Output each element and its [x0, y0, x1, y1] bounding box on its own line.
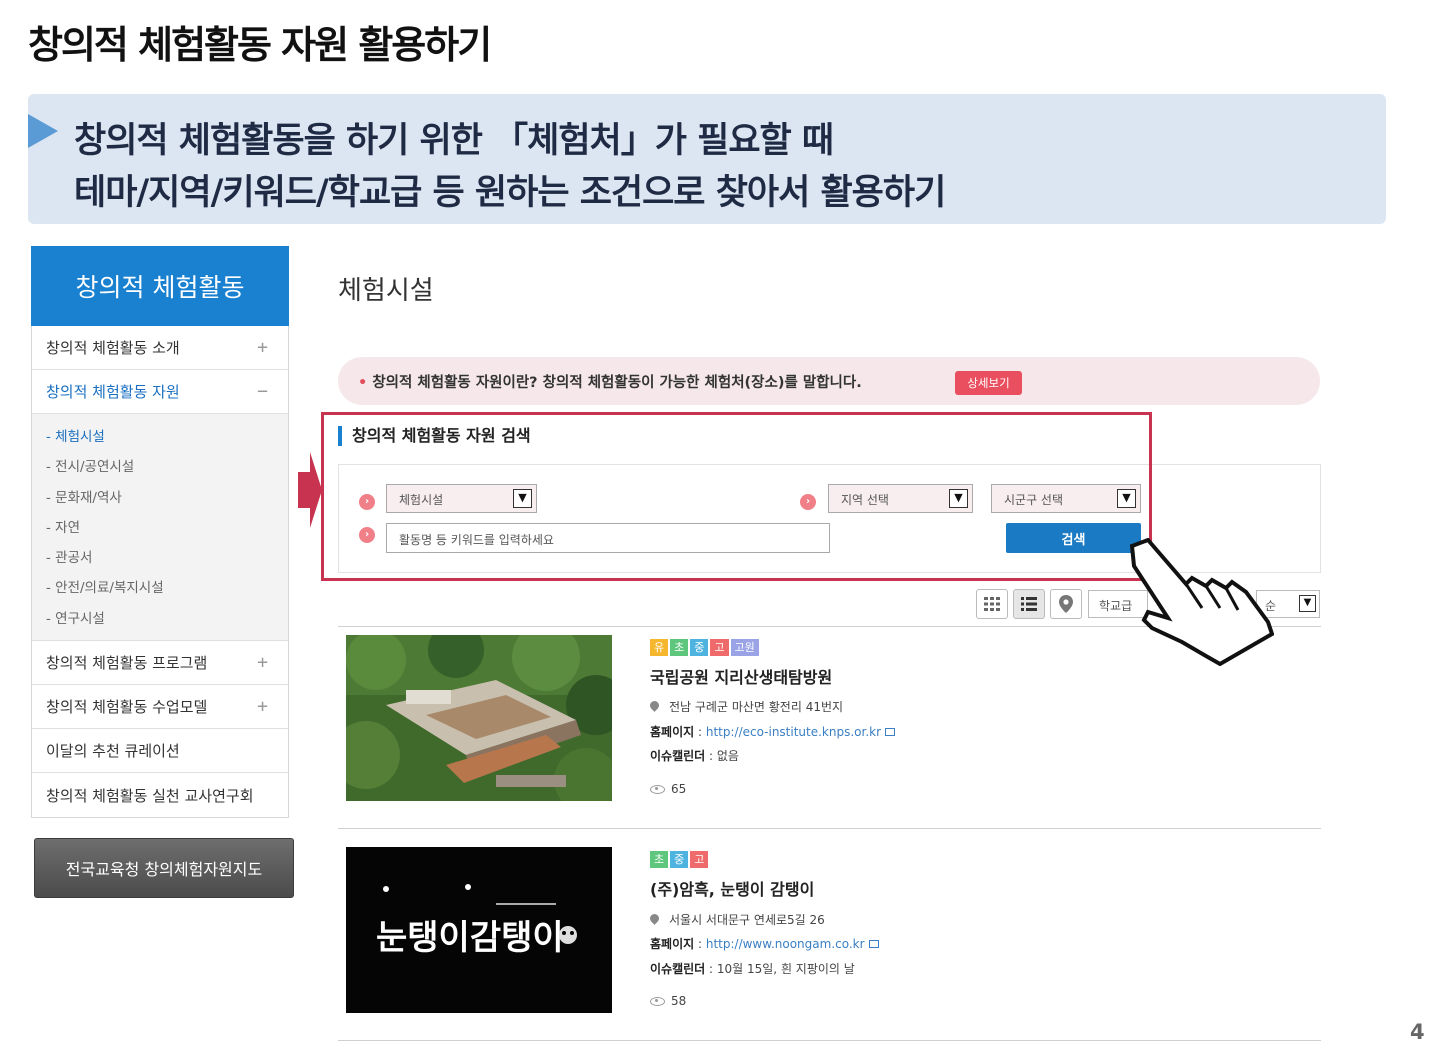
listing-title[interactable]: (주)암흑, 눈탱이 감탱이 [650, 876, 814, 900]
sidebar-item-resources[interactable]: 창의적 체험활동 자원 − [32, 370, 288, 414]
triangle-arrow-icon [28, 114, 58, 148]
eco-center-photo [346, 635, 612, 801]
sidebar-item-curation[interactable]: 이달의 추천 큐레이션 [32, 729, 288, 774]
submenu-item-government[interactable]: - 관공서 [46, 543, 288, 573]
sidebar-submenu: - 체험시설 - 전시/공연시설 - 문화재/역사 - 자연 - 관공서 - 안… [32, 414, 288, 642]
calendar-label: 이슈캘린더 [650, 749, 706, 763]
list-icon [1021, 597, 1037, 611]
homepage-link[interactable]: http://www.noongam.co.kr [706, 937, 865, 951]
homepage-link[interactable]: http://eco-institute.knps.or.kr [706, 725, 881, 739]
sidebar-item-lesson-model[interactable]: 창의적 체험활동 수업모델 + [32, 685, 288, 730]
listing-thumbnail[interactable] [346, 635, 612, 801]
listing-address: 전남 구례군 마산면 황전리 41번지 [648, 698, 844, 715]
resource-map-button[interactable]: 전국교육청 창의체험자원지도 [34, 838, 294, 898]
view-count: 58 [671, 994, 687, 1008]
calendar-value: 없음 [716, 749, 739, 763]
badge-high: 고 [690, 851, 709, 868]
address-text: 서울시 서대문구 연세로5길 26 [669, 913, 825, 927]
sidebar-header: 창의적 체험활동 [31, 246, 289, 326]
listing-views: 58 [650, 994, 686, 1008]
logo-text: 눈탱이감탱이 [376, 918, 564, 958]
listing-title[interactable]: 국립공원 지리산생태탐방원 [650, 664, 832, 688]
submenu-item-research[interactable]: - 연구시설 [46, 604, 288, 634]
sidebar: 창의적 체험활동 창의적 체험활동 소개 + 창의적 체험활동 자원 − - 체… [31, 246, 289, 819]
divider [338, 1040, 1321, 1041]
details-button[interactable]: 상세보기 [955, 371, 1022, 395]
location-pin-icon [1059, 595, 1073, 613]
sidebar-menu: 창의적 체험활동 소개 + 창의적 체험활동 자원 − - 체험시설 - 전시/… [31, 326, 289, 819]
address-text: 전남 구례군 마산면 황전리 41번지 [669, 700, 844, 714]
school-level-badges: 초 중 고 [650, 851, 709, 868]
homepage-label: 홈페이지 [650, 937, 695, 951]
badge-elementary: 초 [650, 851, 669, 868]
notice-text: • 창의적 체험활동 자원이란? 창의적 체험활동이 가능한 체험처(장소)를 … [358, 371, 862, 392]
listing-views: 65 [650, 782, 686, 796]
listing-homepage: 홈페이지 : http://eco-institute.knps.or.kr [650, 723, 896, 740]
noongam-logo: 눈탱이감탱이 [346, 847, 612, 1013]
info-notice: • 창의적 체험활동 자원이란? 창의적 체험활동이 가능한 체험처(장소)를 … [338, 357, 1320, 405]
external-link-icon[interactable] [868, 940, 879, 948]
intro-banner: 창의적 체험활동을 하기 위한 「체험처」가 필요할 때 테마/지역/키워드/학… [28, 94, 1386, 224]
submenu-item-nature[interactable]: - 자연 [46, 513, 288, 543]
map-view-button[interactable] [1050, 589, 1082, 619]
homepage-label: 홈페이지 [650, 725, 695, 739]
sidebar-item-label: 창의적 체험활동 프로그램 [46, 654, 208, 673]
page-number: 4 [1410, 1020, 1425, 1044]
badge-elementary: 초 [670, 639, 689, 656]
bullet-dot: • [358, 375, 368, 391]
sidebar-item-label: 창의적 체험활동 자원 [46, 383, 180, 401]
submenu-item-experience-facility[interactable]: - 체험시설 [46, 422, 288, 452]
expand-plus-icon: + [257, 337, 268, 358]
divider [338, 828, 1321, 829]
listing-address: 서울시 서대문구 연세로5길 26 [648, 911, 825, 928]
sidebar-item-label: 창의적 체험활동 소개 [46, 339, 180, 357]
badge-middle: 중 [670, 851, 689, 868]
badge-gowon: 고원 [730, 639, 759, 656]
badge-middle: 중 [690, 639, 709, 656]
submenu-item-exhibition[interactable]: - 전시/공연시설 [46, 452, 288, 482]
eye-icon [650, 785, 665, 794]
calendar-label: 이슈캘린더 [650, 962, 706, 976]
banner-line-1: 창의적 체험활동을 하기 위한 「체험처」가 필요할 때 [74, 121, 834, 161]
expand-plus-icon: + [257, 652, 268, 674]
school-level-badges: 유 초 중 고 고원 [650, 639, 759, 656]
collapse-minus-icon: − [257, 381, 268, 402]
listing-calendar: 이슈캘린더 : 없음 [650, 749, 739, 763]
sidebar-item-teacher-group[interactable]: 창의적 체험활동 실천 교사연구회 [32, 773, 288, 818]
sidebar-item-label: 이달의 추천 큐레이션 [46, 742, 180, 761]
location-pin-icon [648, 699, 661, 712]
listing-thumbnail[interactable]: 눈탱이감탱이 [346, 847, 612, 1013]
highlight-frame [321, 412, 1152, 581]
location-pin-icon [648, 912, 661, 925]
notice-message: 창의적 체험활동 자원이란? 창의적 체험활동이 가능한 체험처(장소)를 말합… [372, 375, 862, 391]
chevron-down-icon: ▼ [1299, 595, 1316, 612]
sidebar-item-label: 창의적 체험활동 실천 교사연구회 [46, 786, 254, 805]
badge-kindergarten: 유 [650, 639, 669, 656]
page-title: 체험시설 [338, 276, 434, 306]
badge-high: 고 [710, 639, 729, 656]
calendar-value: 10월 15일, 흰 지팡이의 날 [716, 962, 855, 976]
sidebar-item-label: 창의적 체험활동 수업모델 [46, 698, 208, 717]
listing-homepage: 홈페이지 : http://www.noongam.co.kr [650, 935, 879, 952]
highlight-arrow-icon [298, 452, 322, 528]
submenu-item-safety-welfare[interactable]: - 안전/의료/복지시설 [46, 573, 288, 603]
grid-icon [984, 597, 1000, 611]
listing-calendar: 이슈캘린더 : 10월 15일, 흰 지팡이의 날 [650, 962, 855, 976]
external-link-icon[interactable] [885, 728, 896, 736]
banner-line-2: 테마/지역/키워드/학교급 등 원하는 조건으로 찾아서 활용하기 [74, 173, 946, 213]
view-count: 65 [671, 782, 687, 796]
eye-icon [650, 997, 665, 1006]
sidebar-item-intro[interactable]: 창의적 체험활동 소개 + [32, 326, 288, 370]
hand-pointer-icon [1129, 538, 1274, 666]
sidebar-item-program[interactable]: 창의적 체험활동 프로그램 + [32, 641, 288, 686]
list-view-button[interactable] [1013, 589, 1045, 619]
submenu-item-heritage[interactable]: - 문화재/역사 [46, 483, 288, 513]
expand-plus-icon: + [257, 696, 268, 718]
slide-title: 창의적 체험활동 자원 활용하기 [28, 23, 492, 67]
grid-view-button[interactable] [976, 589, 1008, 619]
